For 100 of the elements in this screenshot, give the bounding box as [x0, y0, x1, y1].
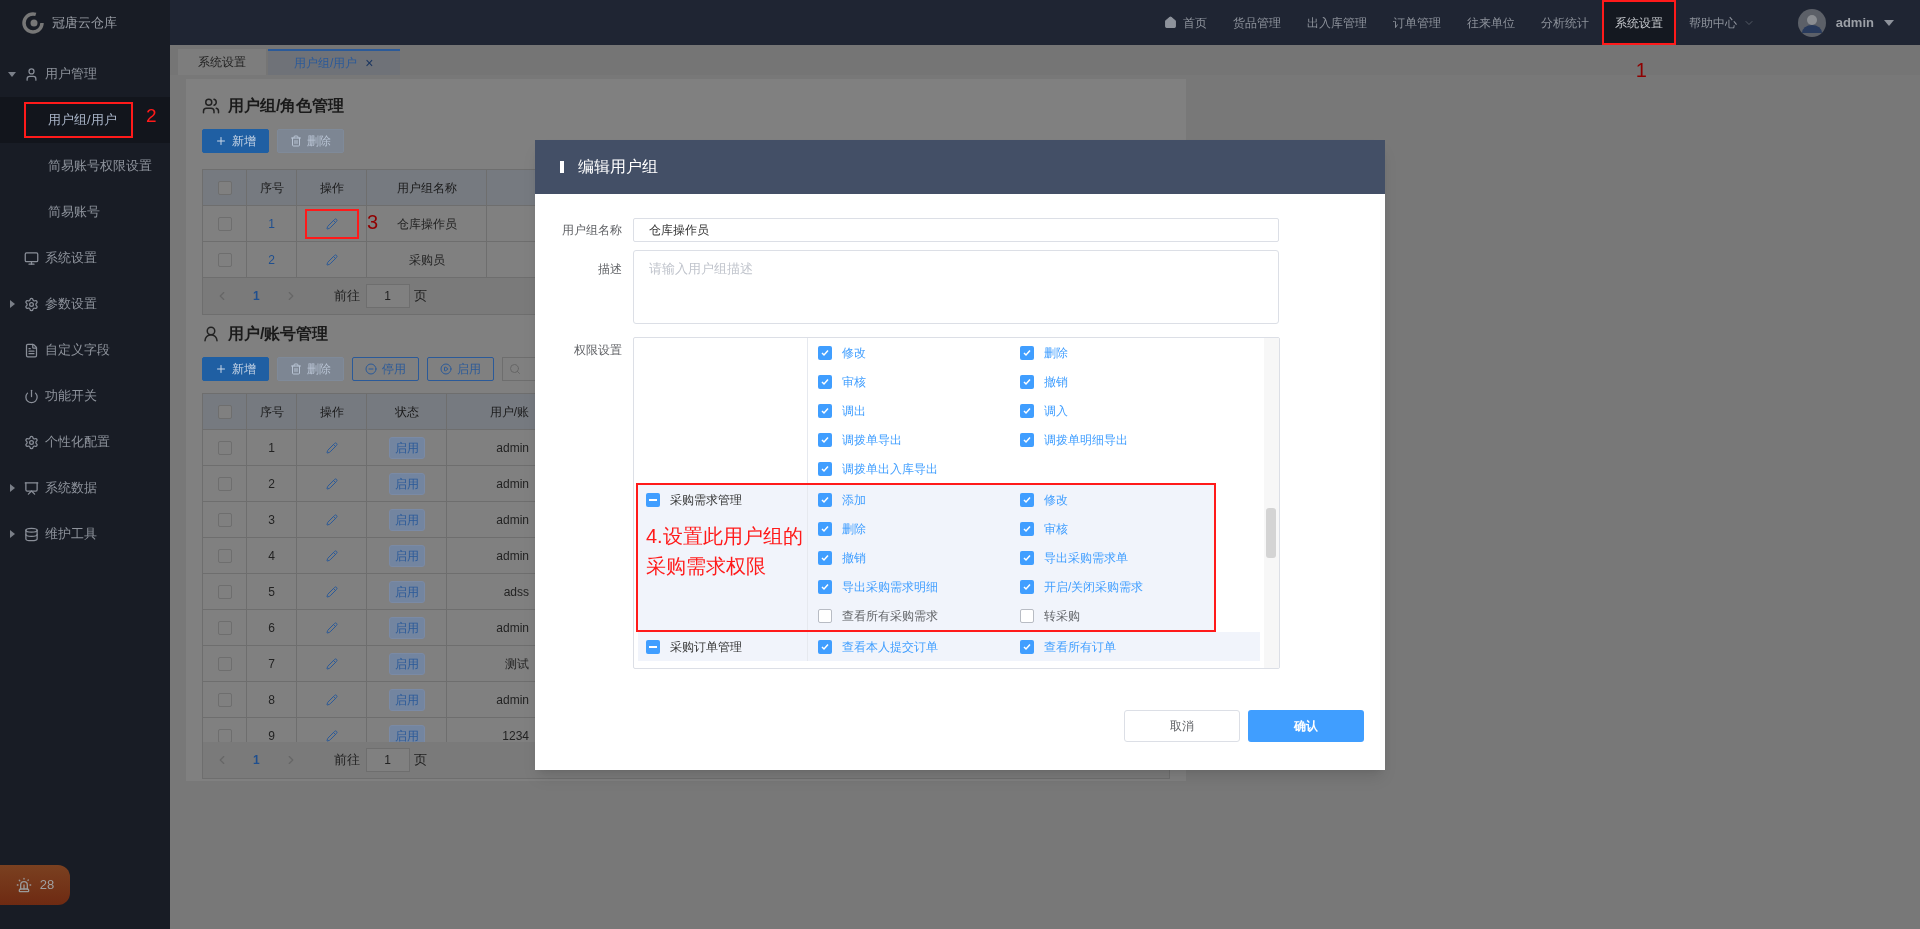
avatar[interactable] — [1797, 8, 1826, 37]
permission-label: 调拨单出入库导出 — [842, 460, 938, 478]
caret-icon — [1884, 18, 1894, 27]
nav-item[interactable]: 出入库管理 — [1293, 0, 1380, 45]
check-icon — [820, 581, 830, 592]
checkbox[interactable] — [818, 639, 832, 654]
column-header: 操作 — [319, 403, 344, 421]
nav-item[interactable]: 分析统计 — [1527, 0, 1602, 45]
check-icon — [1022, 641, 1032, 652]
permission-label: 开启/关闭采购需求 — [1044, 578, 1144, 596]
edit-icon[interactable] — [325, 585, 338, 598]
page-input[interactable]: 1 — [365, 284, 410, 308]
nav-item[interactable]: 首页 — [1150, 0, 1220, 45]
permission-label: 撤销 — [1044, 373, 1068, 391]
sidebar-item[interactable]: 维护工具 — [0, 511, 170, 557]
dialog-button[interactable]: 确认 — [1248, 710, 1364, 742]
permission-label: 审核 — [1044, 520, 1068, 538]
sidebar-item[interactable]: 系统数据 — [0, 465, 170, 511]
checkbox[interactable] — [1020, 374, 1034, 389]
checkbox[interactable] — [818, 550, 832, 565]
check-icon — [820, 347, 830, 358]
edit-icon[interactable] — [325, 729, 338, 742]
indeterminate-checkbox[interactable] — [646, 640, 660, 654]
toolbar-button[interactable]: 新增 — [202, 357, 269, 381]
pencil-icon — [325, 253, 338, 266]
check-icon — [820, 552, 830, 563]
status-tag: 启用 — [388, 724, 425, 742]
name-field[interactable]: 仓库操作员 — [633, 218, 1279, 242]
sidebar-item[interactable]: 个性化配置 — [0, 419, 170, 465]
checkbox[interactable] — [1020, 639, 1034, 654]
group-name: 采购订单管理 — [670, 639, 742, 656]
sidebar-subitem[interactable]: 简易账号权限设置 — [38, 150, 162, 182]
annotation-text: 4.设置此用户组的采购需求权限 — [646, 524, 804, 579]
dialog-button[interactable]: 取消 — [1124, 710, 1240, 742]
field-label: 用户组名称 — [561, 222, 622, 239]
trash-icon — [290, 135, 302, 147]
caret-icon — [8, 530, 16, 538]
group-icon — [202, 97, 220, 115]
checkbox[interactable] — [1020, 492, 1034, 507]
nav-item[interactable]: 货品管理 — [1219, 0, 1294, 45]
edit-icon[interactable] — [325, 657, 338, 670]
table-cell-text: 5 — [268, 583, 275, 601]
checkbox[interactable] — [1020, 521, 1034, 536]
column-header: 序号 — [259, 179, 284, 197]
permission-label: 导出采购需求单 — [1044, 549, 1128, 567]
checkbox[interactable] — [818, 461, 832, 476]
edit-icon[interactable] — [325, 513, 338, 526]
status-tag: 启用 — [388, 436, 425, 459]
check-icon — [820, 523, 830, 534]
group-name: 采购需求管理 — [670, 492, 742, 509]
checkbox[interactable] — [818, 492, 832, 507]
edit-icon[interactable] — [325, 621, 338, 634]
checkbox[interactable] — [818, 521, 832, 536]
checkbox[interactable] — [1020, 550, 1034, 565]
status-tag: 启用 — [388, 472, 425, 495]
checkbox[interactable] — [818, 608, 832, 623]
table-cell-text: 2 — [268, 251, 275, 269]
checkbox[interactable] — [1020, 403, 1034, 418]
edit-icon[interactable] — [325, 441, 338, 454]
checkbox[interactable] — [818, 403, 832, 418]
sidebar-item[interactable]: 功能开关 — [0, 373, 170, 419]
edit-icon[interactable] — [325, 693, 338, 706]
checkbox[interactable] — [1020, 608, 1034, 623]
table-cell-text: 7 — [268, 655, 275, 673]
check-icon — [820, 463, 830, 474]
permission-label: 撤销 — [842, 549, 866, 567]
nav-item[interactable]: 往来单位 — [1453, 0, 1528, 45]
checkbox[interactable] — [818, 374, 832, 389]
checkbox[interactable] — [818, 345, 832, 360]
indeterminate-checkbox[interactable] — [646, 493, 660, 507]
checkbox[interactable] — [818, 432, 832, 447]
table-cell-text: 测试 — [505, 655, 529, 673]
sidebar-item[interactable]: 自定义字段 — [0, 327, 170, 373]
sidebar-subitem[interactable]: 简易账号 — [38, 196, 110, 228]
alarm-badge[interactable]: 28 — [0, 865, 70, 905]
toolbar-button[interactable]: 新增 — [202, 129, 269, 153]
edit-icon[interactable] — [325, 477, 338, 490]
sidebar-item[interactable]: 参数设置 — [0, 281, 170, 327]
edit-icon[interactable] — [325, 549, 338, 562]
sidebar-item[interactable]: 用户管理 — [0, 51, 170, 97]
nav-item[interactable]: 帮助中心 — [1675, 0, 1768, 45]
tab[interactable]: 系统设置 — [178, 49, 266, 75]
edit-button[interactable] — [325, 253, 338, 266]
permission-label: 调入 — [1044, 402, 1068, 420]
permission-label: 查看所有采购需求 — [842, 607, 938, 625]
edit-button[interactable] — [304, 208, 359, 239]
nav-item[interactable]: 订单管理 — [1379, 0, 1454, 45]
checkbox[interactable] — [818, 579, 832, 594]
sidebar-item[interactable]: 系统设置 — [0, 235, 170, 281]
home-icon — [1163, 16, 1177, 29]
page-input[interactable]: 1 — [365, 748, 410, 772]
checkbox[interactable] — [1020, 579, 1034, 594]
permission-label: 删除 — [1044, 344, 1068, 362]
permission-label: 修改 — [1044, 491, 1068, 509]
check-icon — [1022, 552, 1032, 563]
checkbox[interactable] — [1020, 345, 1034, 360]
table-cell-text: admin — [496, 691, 529, 709]
checkbox[interactable] — [1020, 432, 1034, 447]
user-name[interactable]: admin — [1835, 12, 1874, 33]
scrollbar[interactable] — [1264, 338, 1279, 668]
